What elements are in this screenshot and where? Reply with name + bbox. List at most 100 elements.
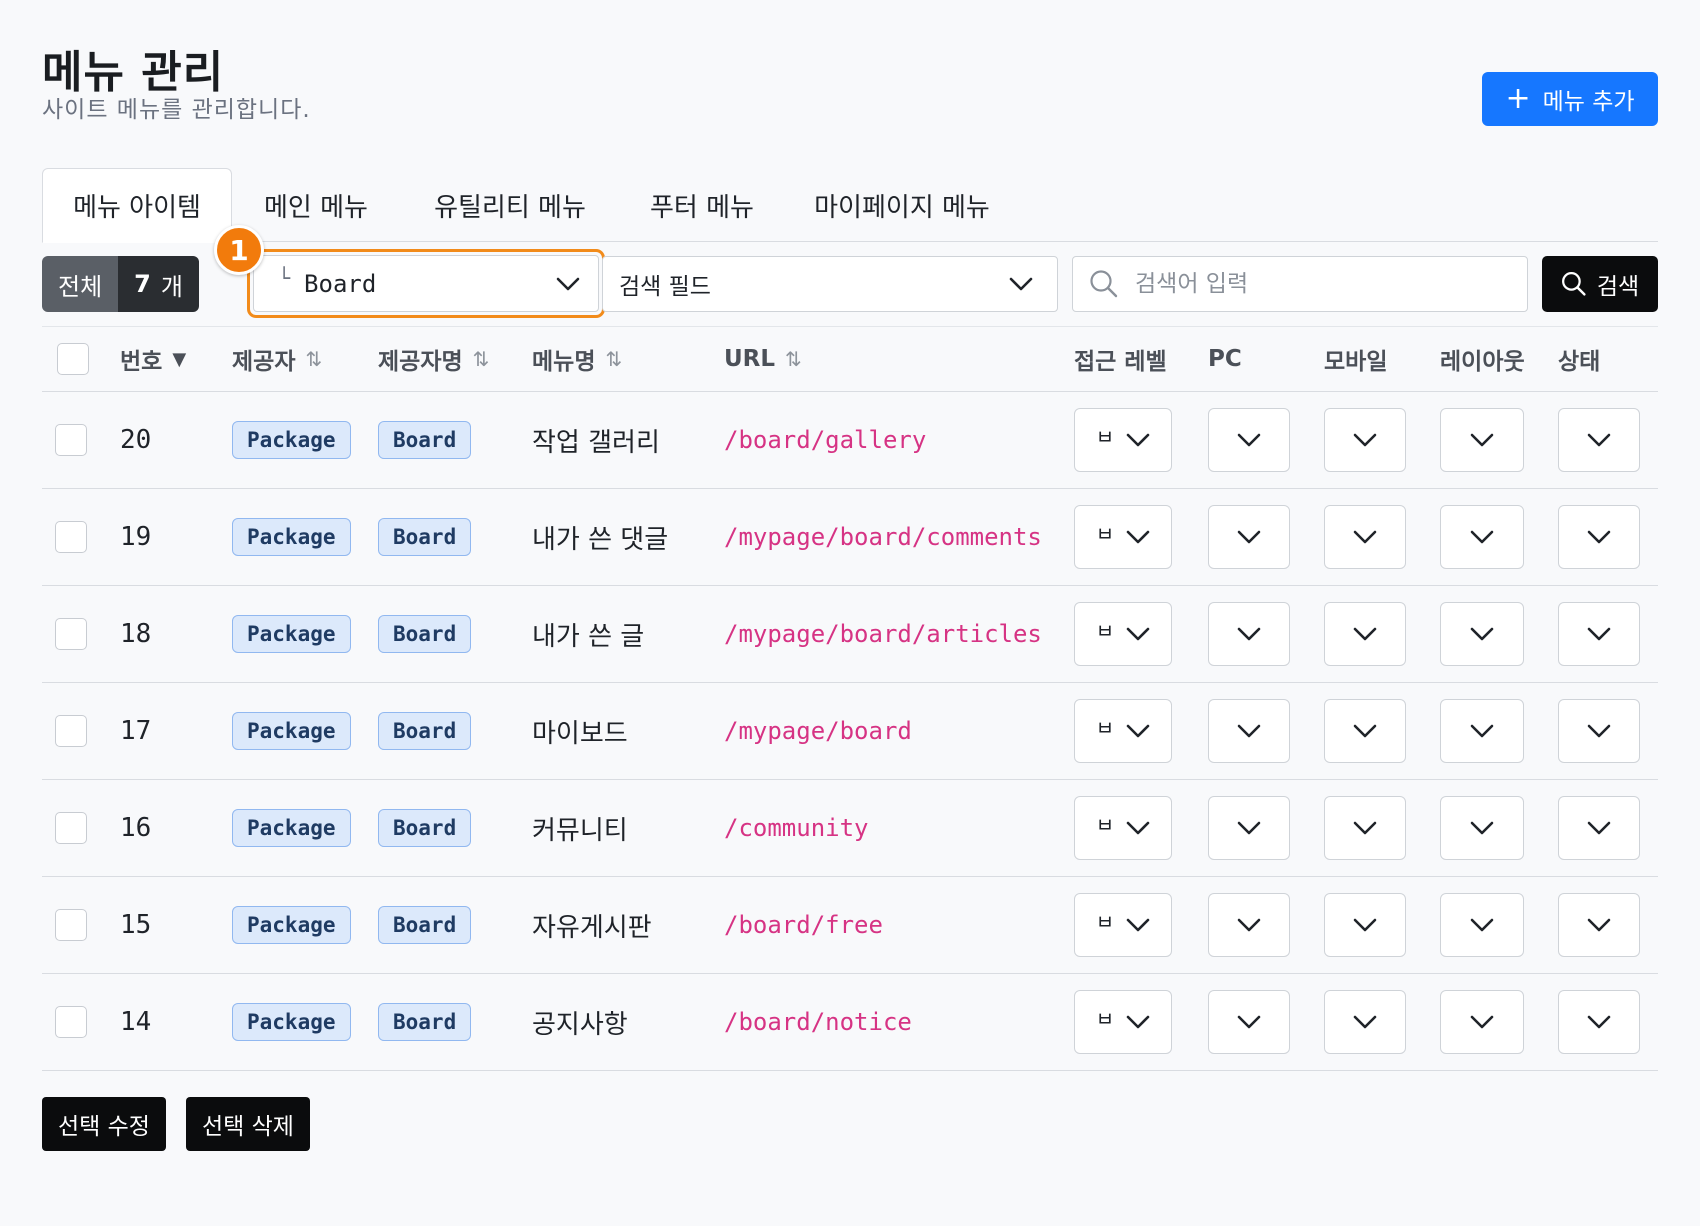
mobile-visibility-select[interactable] (1324, 602, 1406, 666)
menu-url-link[interactable]: /mypage/board/articles (724, 586, 1042, 682)
sort-arrows-icon: ⇅ (472, 347, 490, 371)
access-level-select[interactable]: ㅂ (1074, 699, 1172, 763)
total-label: 전체 (42, 256, 119, 312)
access-level-select[interactable]: ㅂ (1074, 408, 1172, 472)
menu-url-link[interactable]: /mypage/board (724, 683, 912, 779)
add-menu-label: 메뉴 추가 (1542, 89, 1635, 115)
provider-name-tag: Board (378, 1003, 472, 1041)
chevron-down-icon (1237, 433, 1261, 447)
access-level-select[interactable]: ㅂ (1074, 990, 1172, 1054)
row-checkbox[interactable] (55, 521, 87, 553)
chevron-down-icon (1237, 627, 1261, 641)
row-checkbox[interactable] (55, 909, 87, 941)
status-select[interactable] (1558, 796, 1640, 860)
column-header-provider-name[interactable]: 제공자명 ⇅ (378, 327, 489, 391)
category-select[interactable]: └ Board (247, 249, 605, 318)
tab-main-menu[interactable]: 메인 메뉴 (246, 168, 386, 242)
column-header-mobile: 모바일 (1324, 349, 1388, 375)
column-header-url[interactable]: URL ⇅ (724, 327, 802, 391)
mobile-visibility-select[interactable] (1324, 990, 1406, 1054)
provider-name-tag: Board (378, 809, 472, 847)
tab-footer-menu[interactable]: 푸터 메뉴 (632, 168, 772, 242)
access-level-value: ㅂ (1095, 1006, 1115, 1031)
menu-url-link[interactable]: /board/gallery (724, 392, 926, 488)
chevron-down-icon (1237, 918, 1261, 932)
search-field-select[interactable]: 검색 필드 (602, 256, 1058, 312)
menu-url-link[interactable]: /board/notice (724, 974, 912, 1070)
pc-visibility-select[interactable] (1208, 408, 1290, 472)
delete-selected-button[interactable]: 선택 삭제 (186, 1097, 310, 1151)
layout-select[interactable] (1440, 408, 1524, 472)
chevron-down-icon (1126, 627, 1150, 641)
menu-url-link[interactable]: /community (724, 780, 869, 876)
mobile-visibility-select[interactable] (1324, 408, 1406, 472)
column-header-provider[interactable]: 제공자 ⇅ (232, 327, 322, 391)
search-input[interactable] (1135, 271, 1511, 297)
status-select[interactable] (1558, 990, 1640, 1054)
total-count: 7 개 (118, 256, 199, 312)
category-select-box[interactable]: └ Board (253, 255, 599, 312)
mobile-visibility-select[interactable] (1324, 893, 1406, 957)
child-indent-icon: └ (278, 265, 291, 290)
row-number: 20 (120, 425, 152, 455)
column-header-number[interactable]: 번호 ▼ (120, 327, 186, 391)
status-select[interactable] (1558, 602, 1640, 666)
layout-select[interactable] (1440, 602, 1524, 666)
provider-tag: Package (232, 518, 351, 556)
row-checkbox[interactable] (55, 812, 87, 844)
layout-select[interactable] (1440, 990, 1524, 1054)
mobile-visibility-select[interactable] (1324, 699, 1406, 763)
tab-menu-items[interactable]: 메뉴 아이템 (42, 168, 232, 243)
chevron-down-icon (1237, 821, 1261, 835)
mobile-visibility-select[interactable] (1324, 796, 1406, 860)
mobile-visibility-select[interactable] (1324, 505, 1406, 569)
tab-utility-menu[interactable]: 유틸리티 메뉴 (412, 168, 608, 242)
layout-select[interactable] (1440, 893, 1524, 957)
chevron-down-icon (1587, 530, 1611, 544)
row-checkbox[interactable] (55, 1006, 87, 1038)
status-select[interactable] (1558, 893, 1640, 957)
provider-tag: Package (232, 712, 351, 750)
chevron-down-icon (1587, 1015, 1611, 1029)
row-checkbox[interactable] (55, 618, 87, 650)
status-select[interactable] (1558, 505, 1640, 569)
pc-visibility-select[interactable] (1208, 602, 1290, 666)
access-level-select[interactable]: ㅂ (1074, 796, 1172, 860)
table-header-row: 번호 ▼ 제공자 ⇅ 제공자명 ⇅ 메뉴명 ⇅ URL ⇅ 접근 레벨 PC 모바일 레이… (42, 326, 1658, 392)
chevron-down-icon (556, 277, 580, 290)
row-number: 17 (120, 716, 152, 746)
provider-name-tag: Board (378, 712, 472, 750)
chevron-down-icon (1126, 724, 1150, 738)
column-header-access-level: 접근 레벨 (1074, 349, 1167, 375)
status-select[interactable] (1558, 699, 1640, 763)
add-menu-button[interactable]: + 메뉴 추가 (1482, 72, 1658, 126)
pc-visibility-select[interactable] (1208, 893, 1290, 957)
provider-name-tag: Board (378, 906, 472, 944)
row-number: 19 (120, 522, 152, 552)
row-checkbox[interactable] (55, 715, 87, 747)
pc-visibility-select[interactable] (1208, 505, 1290, 569)
column-header-menu-name[interactable]: 메뉴명 ⇅ (532, 327, 622, 391)
layout-select[interactable] (1440, 796, 1524, 860)
page-subtitle: 사이트 메뉴를 관리합니다. (42, 97, 311, 123)
select-all-checkbox[interactable] (57, 343, 89, 375)
menu-url-link[interactable]: /board/free (724, 877, 883, 973)
access-level-select[interactable]: ㅂ (1074, 602, 1172, 666)
search-button-label: 검색 (1596, 274, 1640, 300)
search-button[interactable]: 검색 (1542, 256, 1658, 312)
pc-visibility-select[interactable] (1208, 990, 1290, 1054)
pc-visibility-select[interactable] (1208, 699, 1290, 763)
menu-name: 커뮤니티 (532, 815, 628, 846)
status-select[interactable] (1558, 408, 1640, 472)
layout-select[interactable] (1440, 505, 1524, 569)
access-level-select[interactable]: ㅂ (1074, 505, 1172, 569)
menu-url-link[interactable]: /mypage/board/comments (724, 489, 1042, 585)
search-icon (1561, 272, 1586, 296)
column-header-layout: 레이아웃 (1440, 349, 1525, 375)
layout-select[interactable] (1440, 699, 1524, 763)
row-checkbox[interactable] (55, 424, 87, 456)
access-level-select[interactable]: ㅂ (1074, 893, 1172, 957)
tab-mypage-menu[interactable]: 마이페이지 메뉴 (794, 168, 1010, 242)
edit-selected-button[interactable]: 선택 수정 (42, 1097, 166, 1151)
pc-visibility-select[interactable] (1208, 796, 1290, 860)
